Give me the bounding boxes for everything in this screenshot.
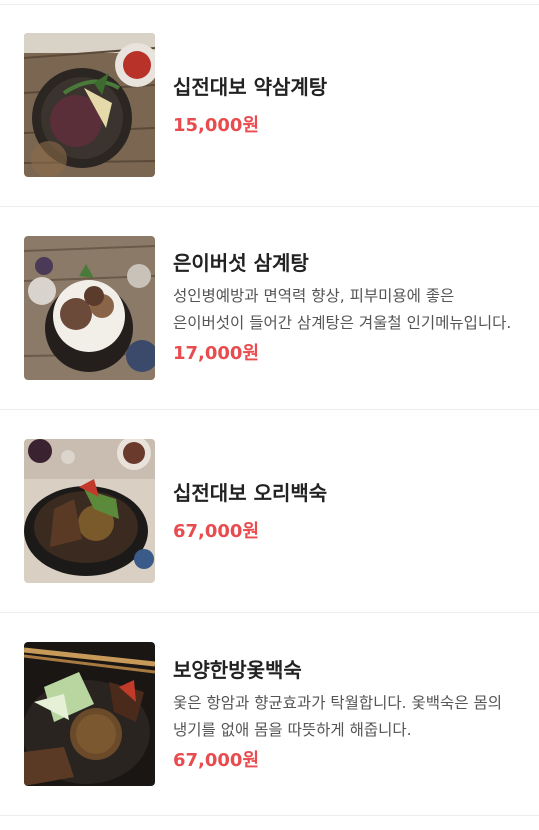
menu-item-price: 17,000원 [173,343,260,364]
menu-item-title[interactable]: 십전대보 약삼계탕 [173,73,523,101]
menu-item-title[interactable]: 십전대보 오리백숙 [173,479,523,507]
menu-item-4[interactable]: 보양한방옻백숙 옻은 항암과 향균효과가 탁월합니다. 옻백숙은 몸의 냉기를 … [0,613,539,815]
menu-item-title[interactable]: 은이버섯 삼계탕 [173,249,523,277]
menu-item-image[interactable] [24,236,155,380]
mushroom-samgyetang-photo [24,236,155,380]
menu-item-price: 15,000원 [173,115,260,136]
black-rice-samgyetang-photo [24,33,155,177]
menu-item-description: 성인병예방과 면역력 향상, 피부미용에 좋은 은이버섯이 들어간 삼계탕은 겨… [173,287,512,332]
menu-list: 십전대보 약삼계탕 15,000원 은이버섯 삼계탕 성인병예방과 면역력 향상… [0,0,539,830]
menu-item-text: 보양한방옻백숙 옻은 항암과 향균효과가 탁월합니다. 옻백숙은 몸의 냉기를 … [173,656,523,774]
menu-item-text: 십전대보 약삼계탕 15,000원 [173,73,523,139]
menu-item-image[interactable] [24,33,155,177]
menu-item-2[interactable]: 은이버섯 삼계탕 성인병예방과 면역력 향상, 피부미용에 좋은 은이버섯이 들… [0,207,539,409]
menu-item-image[interactable] [24,439,155,583]
menu-item-description: 옻은 항암과 향균효과가 탁월합니다. 옻백숙은 몸의 냉기를 없애 몸을 따뜻… [173,694,503,739]
menu-item-1[interactable]: 십전대보 약삼계탕 15,000원 [0,5,539,206]
menu-item-image[interactable] [24,642,155,786]
menu-item-text: 십전대보 오리백숙 67,000원 [173,479,523,545]
menu-item-title[interactable]: 보양한방옻백숙 [173,656,523,684]
herbal-baeksuk-photo [24,642,155,786]
menu-item-price: 67,000원 [173,750,260,771]
duck-baeksuk-photo [24,439,155,583]
menu-item-3[interactable]: 십전대보 오리백숙 67,000원 [0,410,539,612]
divider [0,815,539,816]
menu-item-text: 은이버섯 삼계탕 성인병예방과 면역력 향상, 피부미용에 좋은 은이버섯이 들… [173,249,523,367]
menu-item-price: 67,000원 [173,521,260,542]
